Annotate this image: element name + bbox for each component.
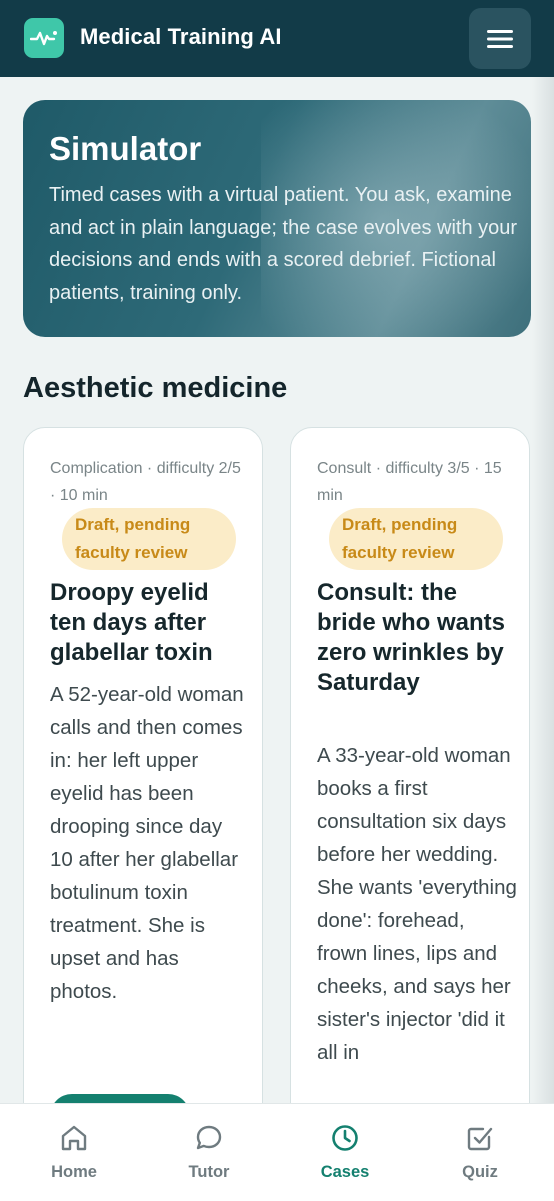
case-meta: Complication · difficulty 2/5 · 10 min xyxy=(50,460,241,504)
simulator-hero-banner: Simulator Timed cases with a virtual pat… xyxy=(23,100,531,337)
pulse-icon xyxy=(24,18,64,58)
status-badge: Draft, pending faculty review xyxy=(62,508,236,570)
case-card[interactable]: Consult · difficulty 3/5 · 15 min Draft,… xyxy=(290,427,530,1147)
case-meta: Consult · difficulty 3/5 · 15 min xyxy=(317,460,502,504)
top-app-bar: Medical Training AI xyxy=(0,0,554,77)
case-title: Consult: the bride who wants zero wrinkl… xyxy=(317,579,506,696)
nav-item-home[interactable]: Home xyxy=(14,1104,134,1201)
menu-button[interactable] xyxy=(469,8,531,69)
nav-label-home: Home xyxy=(51,1163,97,1181)
hero-title: Simulator xyxy=(49,130,202,167)
case-description: A 33-year-old woman books a first consul… xyxy=(317,744,517,1064)
scroll-edge-fade xyxy=(532,77,554,1107)
case-title: Droopy eyelid ten days after glabellar t… xyxy=(50,579,213,666)
home-icon xyxy=(61,1125,87,1151)
nav-label-tutor: Tutor xyxy=(188,1163,230,1181)
nav-label-cases: Cases xyxy=(320,1163,370,1181)
checkbox-icon xyxy=(467,1127,493,1151)
section-title: Aesthetic medicine xyxy=(23,372,288,404)
nav-item-tutor[interactable]: Tutor xyxy=(149,1104,269,1201)
clock-icon xyxy=(332,1125,358,1151)
case-description: A 52-year-old woman calls and then comes… xyxy=(50,683,244,1003)
status-badge: Draft, pending faculty review xyxy=(329,508,503,570)
nav-label-quiz: Quiz xyxy=(462,1163,498,1181)
case-card[interactable]: Complication · difficulty 2/5 · 10 min D… xyxy=(23,427,263,1147)
app-title: Medical Training AI xyxy=(80,24,282,49)
chat-bubble-icon xyxy=(196,1125,222,1150)
nav-item-quiz[interactable]: Quiz xyxy=(420,1104,540,1201)
nav-item-cases[interactable]: Cases xyxy=(285,1104,405,1201)
bottom-nav: Home Tutor Cases Quiz xyxy=(0,1103,554,1201)
hero-description: Timed cases with a virtual patient. You … xyxy=(49,184,518,304)
hamburger-menu-icon xyxy=(487,29,513,48)
